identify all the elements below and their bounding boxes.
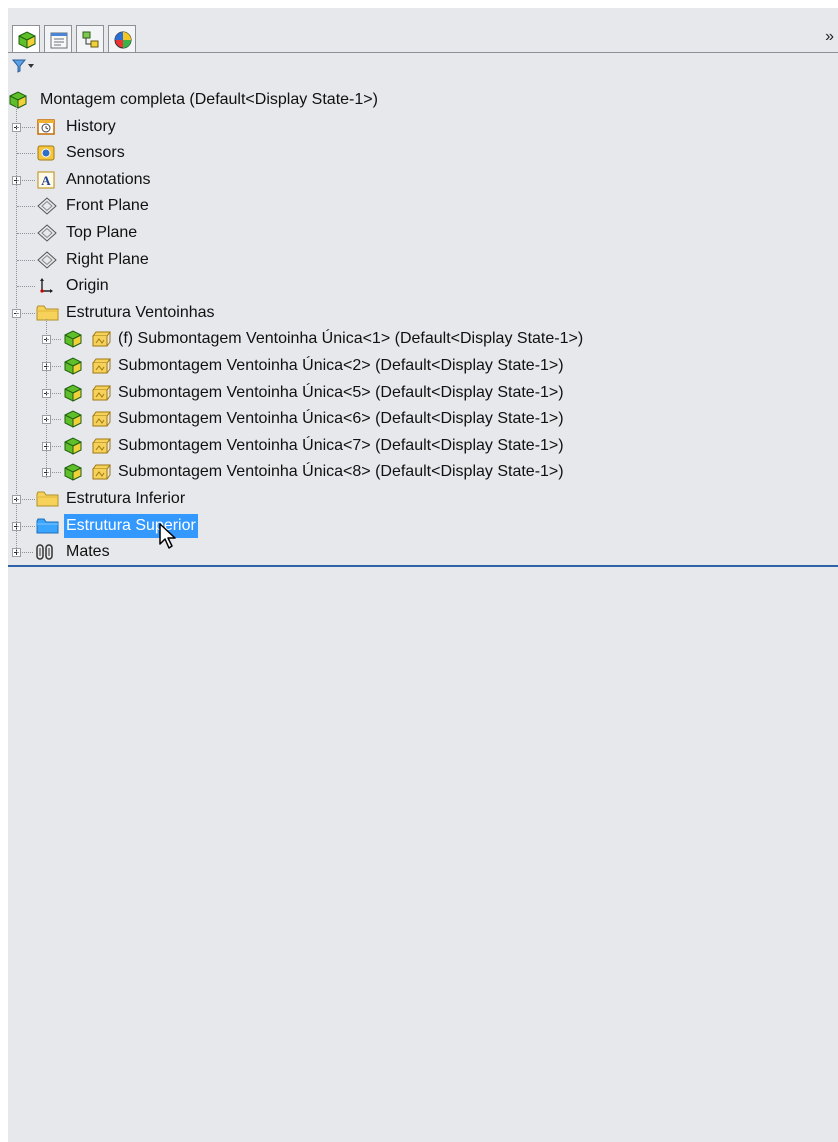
tree-connector	[47, 419, 61, 421]
tree-connector	[17, 552, 33, 554]
tab-configuration-manager[interactable]	[76, 25, 104, 53]
tree-connector	[17, 499, 35, 500]
folder-icon	[36, 490, 60, 516]
svg-text:A: A	[41, 173, 51, 188]
tree-item-mates[interactable]: Mates	[8, 540, 838, 564]
tree-connector	[47, 339, 61, 341]
subassembly-item[interactable]: (f) Submontagem Ventoinha Única<1> (Defa…	[8, 327, 838, 351]
tree-item-label: Origin	[66, 277, 109, 295]
tree-item-label: Sensors	[66, 144, 125, 162]
subassembly-item[interactable]: Submontagem Ventoinha Única<8> (Default<…	[8, 460, 838, 484]
filter-button[interactable]	[11, 59, 38, 73]
subassembly-item[interactable]: Submontagem Ventoinha Única<5> (Default<…	[8, 381, 838, 405]
assembly-icon	[8, 91, 30, 117]
sketch-icon	[90, 357, 112, 383]
tree-connector	[17, 525, 35, 527]
assembly-icon	[63, 330, 85, 356]
tree-item-label: Right Plane	[66, 250, 149, 268]
tree-root[interactable]: Montagem completa (Default<Display State…	[8, 88, 838, 112]
tree-item-origin[interactable]: Origin	[8, 274, 838, 298]
tab-property-manager[interactable]	[44, 25, 72, 53]
sensors-icon	[36, 144, 56, 170]
subassembly-label: Submontagem Ventoinha Única<5> (Default<…	[118, 383, 564, 401]
sketch-icon	[90, 437, 112, 463]
folder-icon	[36, 304, 60, 330]
mouse-cursor-icon	[159, 523, 176, 549]
tree-item-label: Top Plane	[66, 224, 138, 241]
folder-label: Estrutura Inferior	[66, 490, 186, 507]
tab-divider	[8, 52, 838, 53]
assembly-icon	[63, 384, 85, 410]
tree-connector	[17, 206, 35, 208]
tree-item-sensors[interactable]: Sensors	[8, 141, 838, 165]
tree-connector	[17, 312, 35, 314]
folder-selected-icon	[36, 517, 60, 543]
sketch-icon	[90, 330, 112, 356]
tree-item-label: Estrutura Ventoinhas	[66, 303, 215, 321]
tree-connector	[47, 472, 61, 474]
sketch-icon	[90, 384, 112, 410]
feature-manager-icon	[18, 31, 36, 49]
tree-connector	[16, 106, 17, 553]
sketch-icon	[90, 463, 112, 489]
assembly-icon	[63, 357, 85, 383]
tree-item-estrutura-inferior[interactable]: Estrutura Inferior	[8, 487, 838, 511]
subassembly-item[interactable]: Submontagem Ventoinha Única<7> (Default<…	[8, 434, 838, 458]
sketch-icon	[90, 410, 112, 436]
tree-connector	[46, 318, 47, 479]
plane-icon	[36, 197, 58, 223]
subassembly-item[interactable]: Submontagem Ventoinha Única<6> (Default<…	[8, 407, 838, 431]
feature-tree: Montagem completa (Default<Display State…	[8, 88, 838, 568]
subassembly-label: Submontagem Ventoinha Única<8> (Default<…	[118, 463, 564, 481]
tree-connector	[47, 366, 61, 367]
tab-display-manager[interactable]	[108, 25, 136, 53]
tree-item-estrutura-superior[interactable]: Estrutura Superior	[8, 513, 838, 538]
tree-item-label: Front Plane	[66, 197, 149, 215]
filter-icon	[11, 59, 34, 73]
origin-icon	[36, 277, 56, 303]
mates-label: Mates	[66, 543, 110, 561]
plane-icon	[36, 250, 58, 277]
assembly-icon	[63, 437, 85, 463]
subassembly-label: Submontagem Ventoinha Única<7> (Default<…	[118, 436, 564, 454]
tree-connector	[17, 179, 35, 181]
feature-manager-panel: » Montagem completa (Default<Display Sta…	[8, 8, 838, 1142]
history-icon	[36, 118, 56, 144]
property-manager-icon	[50, 32, 68, 49]
tree-connector	[47, 392, 61, 394]
tree-connector	[17, 259, 35, 261]
tree-connector	[17, 153, 35, 155]
configuration-manager-icon	[82, 31, 99, 48]
tree-item-top-plane[interactable]: Top Plane	[8, 221, 838, 245]
subassembly-label: Submontagem Ventoinha Única<2> (Default<…	[118, 357, 564, 374]
subassembly-item[interactable]: Submontagem Ventoinha Única<2> (Default<…	[8, 354, 838, 378]
tree-connector	[17, 126, 35, 128]
tab-feature-manager[interactable]	[12, 25, 40, 53]
subassembly-label: (f) Submontagem Ventoinha Única<1> (Defa…	[118, 330, 584, 348]
tree-connector	[17, 286, 35, 288]
tree-item-estrutura-ventoinhas[interactable]: Estrutura Ventoinhas	[8, 301, 838, 325]
tree-connector	[17, 233, 35, 234]
tree-connector	[47, 445, 61, 447]
display-manager-icon	[114, 31, 132, 49]
tree-item-annotations[interactable]: A Annotations	[8, 168, 838, 192]
more-tabs-button[interactable]: »	[825, 28, 834, 46]
tree-item-front-plane[interactable]: Front Plane	[8, 194, 838, 218]
assembly-icon	[63, 463, 85, 489]
tree-item-right-plane[interactable]: Right Plane	[8, 248, 838, 272]
annotations-icon: A	[36, 171, 56, 197]
tree-root-label: Montagem completa (Default<Display State…	[40, 91, 378, 108]
panel-separator	[8, 565, 838, 567]
plane-icon	[36, 224, 58, 250]
subassembly-label: Submontagem Ventoinha Única<6> (Default<…	[118, 410, 564, 428]
tree-item-label: History	[66, 117, 116, 135]
assembly-icon	[63, 410, 85, 436]
tree-item-history[interactable]: History	[8, 115, 838, 139]
manager-tabs: »	[8, 8, 838, 54]
tree-item-label: Annotations	[66, 170, 151, 188]
